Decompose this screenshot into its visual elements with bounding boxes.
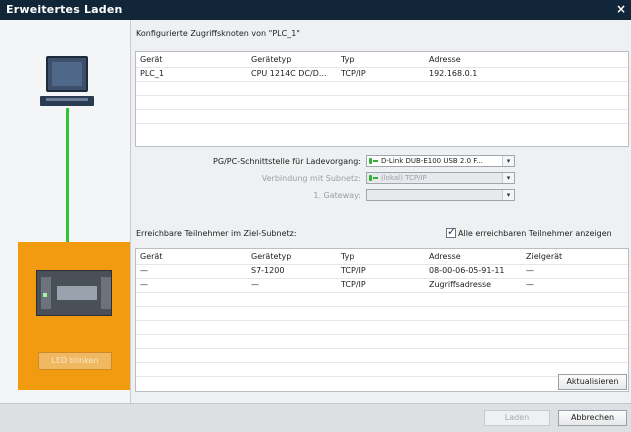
cell-device-type[interactable]: CPU 1214C DC/D... xyxy=(251,69,327,78)
chevron-down-icon[interactable]: ▾ xyxy=(502,190,514,200)
col-typ: Typ xyxy=(341,252,355,261)
chevron-down-icon[interactable]: ▾ xyxy=(502,173,514,183)
cell-device-type[interactable]: — xyxy=(251,280,259,289)
reachable-nodes-heading: Erreichbare Teilnehmer im Ziel-Subnetz: xyxy=(136,229,297,238)
row-divider xyxy=(136,81,628,82)
row-divider xyxy=(136,334,628,335)
chevron-down-icon[interactable]: ▾ xyxy=(502,156,514,166)
plc-led xyxy=(43,293,47,297)
subnet-select[interactable]: (lokal) TCP/IP ▾ xyxy=(366,172,515,184)
network-adapter-icon xyxy=(369,158,378,164)
configured-nodes-table: Gerät Gerätetyp Typ Adresse PLC_1 CPU 12… xyxy=(135,51,629,147)
row-divider xyxy=(136,109,628,110)
cell-device[interactable]: PLC_1 xyxy=(140,69,164,78)
refresh-button[interactable]: Aktualisieren xyxy=(558,374,627,390)
cell-type[interactable]: TCP/IP xyxy=(341,280,366,289)
subnet-label: Verbindung mit Subnetz: xyxy=(261,174,361,183)
subnet-value: (lokal) TCP/IP xyxy=(381,174,427,182)
dialog-title: Erweitertes Laden xyxy=(6,3,123,16)
gateway-select[interactable]: ▾ xyxy=(366,189,515,201)
col-geraet: Gerät xyxy=(140,55,163,64)
checkmark-icon: ✓ xyxy=(447,225,457,238)
target-device-highlight: LED blinken xyxy=(18,242,130,390)
topology-panel: LED blinken xyxy=(0,20,131,432)
col-adresse: Adresse xyxy=(429,55,461,64)
cell-address[interactable]: Zugriffsadresse xyxy=(429,280,491,289)
show-all-checkbox[interactable]: ✓ xyxy=(446,225,457,238)
col-typ: Typ xyxy=(341,55,355,64)
cell-device[interactable]: — xyxy=(140,266,148,275)
cell-address[interactable]: 08-00-06-05-91-11 xyxy=(429,266,505,275)
network-adapter-icon xyxy=(369,175,378,181)
plc-front xyxy=(57,286,97,300)
row-divider xyxy=(136,376,628,377)
row-divider xyxy=(136,95,628,96)
led-blink-button[interactable]: LED blinken xyxy=(38,352,112,370)
row-divider xyxy=(136,348,628,349)
plc-module xyxy=(101,277,111,309)
extended-download-dialog: Erweitertes Laden × LED blinken Konfigur… xyxy=(0,0,631,432)
pg-interface-select[interactable]: D-Link DUB-E100 USB 2.0 F... ▾ xyxy=(366,155,515,167)
load-button[interactable]: Laden xyxy=(484,410,550,426)
pc-keyboard xyxy=(40,96,94,106)
pc-screen xyxy=(46,56,88,92)
row-divider xyxy=(136,123,628,124)
row-divider xyxy=(136,264,628,265)
cell-device-type[interactable]: S7-1200 xyxy=(251,266,284,275)
row-divider xyxy=(136,320,628,321)
pg-interface-label: PG/PC-Schnittstelle für Ladevorgang: xyxy=(213,157,361,166)
pg-interface-value: D-Link DUB-E100 USB 2.0 F... xyxy=(381,157,483,165)
cell-type[interactable]: TCP/IP xyxy=(341,266,366,275)
row-divider xyxy=(136,292,628,293)
gateway-label: 1. Gateway: xyxy=(313,191,361,200)
col-adresse: Adresse xyxy=(429,252,461,261)
title-bar: Erweitertes Laden × xyxy=(0,0,631,20)
show-all-label: Alle erreichbaren Teilnehmer anzeigen xyxy=(458,229,612,238)
row-divider xyxy=(136,306,628,307)
dialog-footer: Laden Abbrechen xyxy=(0,403,631,432)
cell-device[interactable]: — xyxy=(140,280,148,289)
cell-target[interactable]: — xyxy=(526,266,534,275)
row-divider xyxy=(136,362,628,363)
close-icon[interactable]: × xyxy=(616,2,626,16)
row-divider xyxy=(136,67,628,68)
reachable-nodes-table: Gerät Gerätetyp Typ Adresse Zielgerät — … xyxy=(135,248,629,392)
cell-type[interactable]: TCP/IP xyxy=(341,69,366,78)
dialog-body: LED blinken Konfigurierte Zugriffsknoten… xyxy=(0,20,631,432)
col-geraetetyp: Gerätetyp xyxy=(251,55,292,64)
cell-target[interactable]: — xyxy=(526,280,534,289)
configured-nodes-heading: Konfigurierte Zugriffsknoten von "PLC_1" xyxy=(136,29,300,38)
plc-icon xyxy=(36,270,112,316)
col-geraetetyp: Gerätetyp xyxy=(251,252,292,261)
cancel-button[interactable]: Abbrechen xyxy=(558,410,627,426)
col-zielgeraet: Zielgerät xyxy=(526,252,563,261)
col-geraet: Gerät xyxy=(140,252,163,261)
row-divider xyxy=(136,278,628,279)
cell-address[interactable]: 192.168.0.1 xyxy=(429,69,477,78)
